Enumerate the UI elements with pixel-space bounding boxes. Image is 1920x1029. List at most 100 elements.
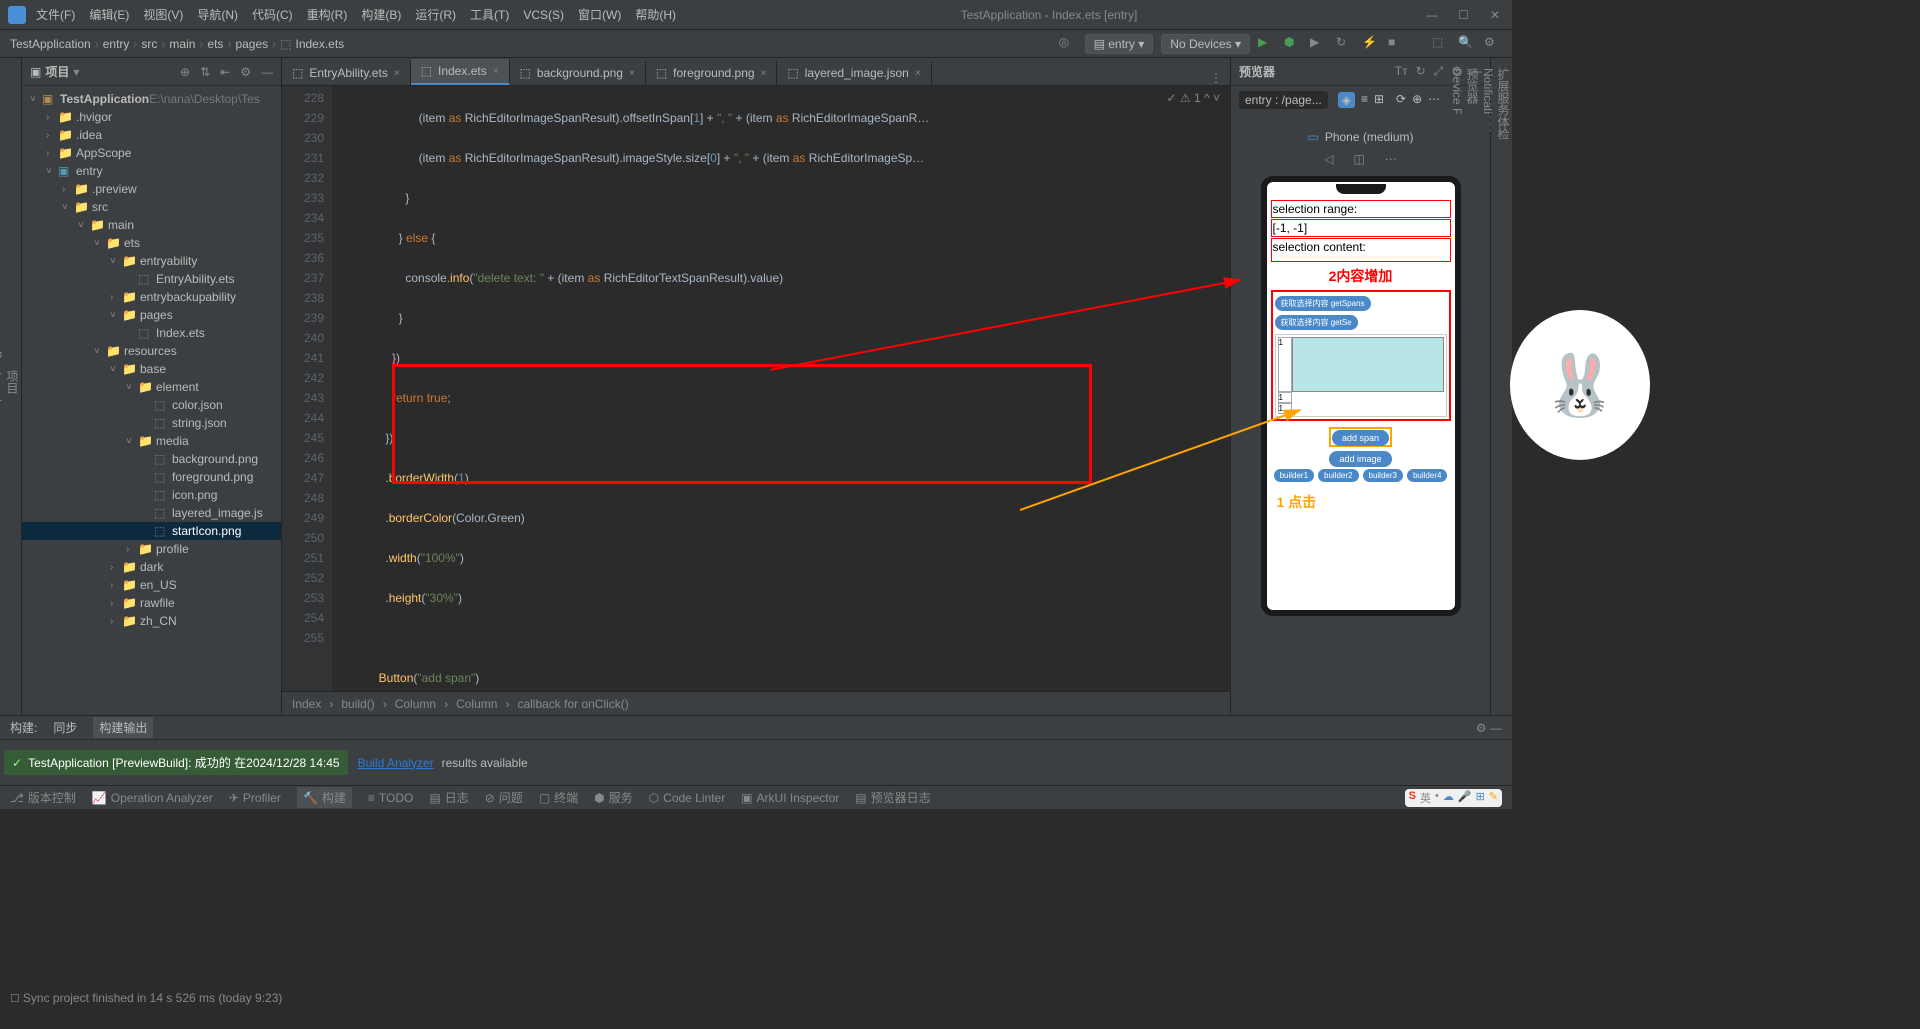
device-combo[interactable]: No Devices ▾ bbox=[1161, 34, 1250, 54]
btn-builder3[interactable]: builder3 bbox=[1363, 469, 1403, 482]
btn-getspans[interactable]: 获取选择内容 getSpans bbox=[1275, 296, 1371, 311]
annotation-redbox-code bbox=[392, 364, 1092, 484]
cc-build[interactable]: build() bbox=[341, 697, 374, 711]
sb-services[interactable]: ⬢ 服务 bbox=[594, 789, 633, 806]
status-bar: ⎇ 版本控制 📈 Operation Analyzer ✈ Profiler 🔨… bbox=[0, 785, 1512, 809]
btn-builder1[interactable]: builder1 bbox=[1274, 469, 1314, 482]
sb-todo[interactable]: ≡ TODO bbox=[368, 791, 413, 805]
build-analyzer-link[interactable]: Build Analyzer bbox=[358, 756, 434, 770]
profile-icon[interactable]: ↻ bbox=[1336, 35, 1354, 53]
ime-bar[interactable]: S英•☁🎤⊞✎ bbox=[1405, 789, 1502, 807]
preview-title: 预览器 bbox=[1239, 63, 1275, 80]
sb-problems[interactable]: ⊘ 问题 bbox=[485, 789, 523, 806]
menu-build[interactable]: 构建(B) bbox=[361, 6, 401, 23]
build-success[interactable]: ✓TestApplication [PreviewBuild]: 成功的 在20… bbox=[4, 750, 348, 775]
component-icon[interactable]: ◈ bbox=[1338, 92, 1355, 108]
font-icon[interactable]: Tᴛ bbox=[1395, 64, 1408, 79]
code-editor[interactable]: 2282292302312322332342352362372382392402… bbox=[282, 86, 1230, 691]
phone-frame: selection range: [-1, -1] selection cont… bbox=[1261, 176, 1461, 616]
grid-icon[interactable]: ⊞ bbox=[1374, 92, 1384, 108]
tab-entryability[interactable]: ⬚EntryAbility.ets× bbox=[282, 61, 411, 85]
update-icon[interactable]: ⬚ bbox=[1432, 35, 1450, 53]
bc-entry[interactable]: entry bbox=[103, 37, 130, 51]
tab-foreground[interactable]: ⬚foreground.png× bbox=[646, 61, 778, 85]
tab-background[interactable]: ⬚background.png× bbox=[510, 61, 646, 85]
menu-help[interactable]: 帮助(H) bbox=[635, 6, 676, 23]
sb-arkui[interactable]: ▣ ArkUI Inspector bbox=[741, 791, 839, 805]
nav-more-icon[interactable]: ⋯ bbox=[1385, 152, 1397, 166]
left-project[interactable]: 项目 bbox=[4, 68, 21, 695]
btn-addimage[interactable]: add image bbox=[1329, 451, 1391, 467]
menu-vcs[interactable]: VCS(S) bbox=[523, 8, 564, 22]
cc-column1[interactable]: Column bbox=[395, 697, 436, 711]
bt-sync[interactable]: 同步 bbox=[53, 719, 77, 736]
btn-builder2[interactable]: builder2 bbox=[1318, 469, 1358, 482]
more-icon[interactable]: ⋯ bbox=[1428, 92, 1440, 108]
sb-vcs[interactable]: ⎇ 版本控制 bbox=[10, 789, 76, 806]
select-opened-icon[interactable]: ⊕ bbox=[180, 65, 190, 79]
bc-project[interactable]: TestApplication bbox=[10, 37, 91, 51]
search-icon[interactable]: 🔍 bbox=[1458, 35, 1476, 53]
menu-refactor[interactable]: 重构(R) bbox=[307, 6, 348, 23]
options-icon[interactable]: ⚙ bbox=[240, 65, 251, 79]
code-body[interactable]: (item as RichEditorImageSpanResult).offs… bbox=[332, 86, 1230, 691]
cc-index[interactable]: Index bbox=[292, 697, 321, 711]
close-icon[interactable]: ✕ bbox=[1490, 8, 1504, 22]
cc-callback[interactable]: callback for onClick() bbox=[517, 697, 628, 711]
run-icon[interactable]: ▶ bbox=[1258, 35, 1276, 53]
bc-src[interactable]: src bbox=[141, 37, 157, 51]
layers-icon[interactable]: ≡ bbox=[1361, 92, 1368, 108]
sb-op[interactable]: 📈 Operation Analyzer bbox=[92, 791, 213, 805]
settings-icon[interactable]: ⚙ bbox=[1484, 35, 1502, 53]
left-bookmarks[interactable]: Bookmarks bbox=[0, 68, 4, 695]
preview-path[interactable]: entry : /page... bbox=[1239, 91, 1328, 109]
sb-terminal[interactable]: ▢ 终端 bbox=[539, 789, 578, 806]
zoom-icon[interactable]: ⊕ bbox=[1412, 92, 1422, 108]
tab-index[interactable]: ⬚Index.ets× bbox=[411, 59, 510, 85]
target-icon[interactable]: ◎ bbox=[1059, 35, 1077, 53]
sync-status: ☐ Sync project finished in 14 s 526 ms (… bbox=[10, 991, 282, 1005]
menu-edit[interactable]: 编辑(E) bbox=[89, 6, 129, 23]
nav-back-icon[interactable]: ◁ bbox=[1324, 152, 1333, 166]
minimize-icon[interactable]: — bbox=[1426, 8, 1440, 22]
bc-main[interactable]: main bbox=[169, 37, 195, 51]
btn-builder4[interactable]: builder4 bbox=[1407, 469, 1447, 482]
sb-log[interactable]: ▤ 日志 bbox=[429, 789, 468, 806]
module-combo[interactable]: ▤ entry ▾ bbox=[1085, 34, 1154, 54]
menu-view[interactable]: 视图(V) bbox=[143, 6, 183, 23]
bc-pages[interactable]: pages bbox=[235, 37, 268, 51]
sb-profiler[interactable]: ✈ Profiler bbox=[229, 791, 281, 805]
tab-layered[interactable]: ⬚layered_image.json× bbox=[777, 61, 931, 85]
bt-build-label: 构建: bbox=[10, 719, 37, 736]
coverage-icon[interactable]: ▶ bbox=[1310, 35, 1328, 53]
menu-tools[interactable]: 工具(T) bbox=[470, 6, 509, 23]
maximize-icon[interactable]: ☐ bbox=[1458, 8, 1472, 22]
stop-icon[interactable]: ■ bbox=[1388, 35, 1406, 53]
menu-code[interactable]: 代码(C) bbox=[252, 6, 293, 23]
inspect-icon[interactable]: ⤢ bbox=[1434, 64, 1444, 79]
nav-split-icon[interactable]: ◫ bbox=[1353, 152, 1364, 166]
sb-previewlog[interactable]: ▤ 预览器日志 bbox=[855, 789, 930, 806]
debug-icon[interactable]: ⬢ bbox=[1284, 35, 1302, 53]
bc-file[interactable]: Index.ets bbox=[295, 37, 344, 51]
menu-run[interactable]: 运行(R) bbox=[415, 6, 456, 23]
project-tree[interactable]: ˅▣TestApplication E:\nana\Desktop\Tes ›📁… bbox=[22, 86, 281, 715]
bottom-gear-icon[interactable]: ⚙ — bbox=[1476, 721, 1502, 735]
menu-file[interactable]: 文件(F) bbox=[36, 6, 75, 23]
attach-icon[interactable]: ⚡ bbox=[1362, 35, 1380, 53]
refresh-icon[interactable]: ↻ bbox=[1416, 64, 1426, 79]
btn-addspan[interactable]: add span bbox=[1332, 430, 1389, 446]
btn-getselection[interactable]: 获取选择内容 getSe bbox=[1275, 315, 1358, 330]
menu-navigate[interactable]: 导航(N) bbox=[197, 6, 238, 23]
hide-icon[interactable]: — bbox=[261, 65, 273, 79]
menu-window[interactable]: 窗口(W) bbox=[578, 6, 621, 23]
expand-icon[interactable]: ⇅ bbox=[200, 65, 210, 79]
collapse-icon[interactable]: ⇤ bbox=[220, 65, 230, 79]
sb-build[interactable]: 🔨 构建 bbox=[297, 787, 352, 808]
bc-ets[interactable]: ets bbox=[207, 37, 223, 51]
bt-buildoutput[interactable]: 构建输出 bbox=[93, 717, 153, 738]
rotate-icon[interactable]: ⟳ bbox=[1396, 92, 1406, 108]
sb-linter[interactable]: ⬡ Code Linter bbox=[649, 791, 726, 805]
inspection-widget[interactable]: ✓ ⚠ 1 ^ ˅ bbox=[1167, 88, 1220, 108]
cc-column2[interactable]: Column bbox=[456, 697, 497, 711]
